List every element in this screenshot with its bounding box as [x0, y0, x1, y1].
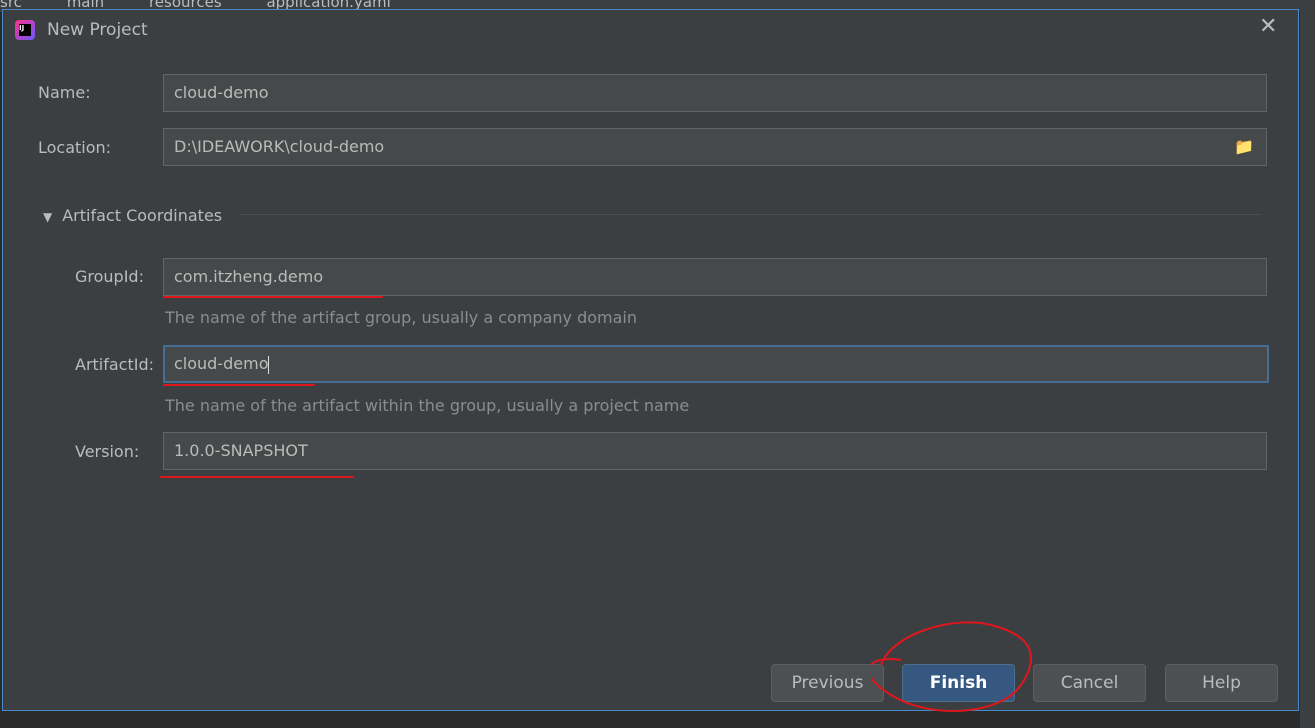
- previous-label: Previous: [791, 673, 864, 693]
- annotation-underline: [160, 476, 354, 478]
- artifactid-value: cloud-demo: [174, 354, 269, 373]
- help-button[interactable]: Help: [1165, 664, 1278, 702]
- section-title: Artifact Coordinates: [62, 206, 223, 225]
- cancel-button[interactable]: Cancel: [1033, 664, 1146, 702]
- triangle-down-icon: ▼: [43, 210, 53, 224]
- text-cursor: [268, 355, 270, 374]
- name-label: Name:: [38, 83, 91, 102]
- background-editor: [1300, 12, 1315, 728]
- annotation-circle: [871, 621, 1032, 712]
- section-divider: [241, 214, 1261, 215]
- annotation-underline: [163, 384, 315, 386]
- folder-icon[interactable]: 📁: [1234, 138, 1256, 155]
- intellij-logo-icon: IJ: [15, 20, 35, 40]
- location-label: Location:: [38, 138, 112, 157]
- version-label: Version:: [75, 442, 140, 461]
- artifactid-input[interactable]: cloud-demo: [163, 345, 1269, 383]
- name-input[interactable]: cloud-demo: [163, 74, 1267, 112]
- annotation-underline: [163, 296, 383, 298]
- location-value: D:\IDEAWORK\cloud-demo: [174, 137, 385, 156]
- groupid-input[interactable]: com.itzheng.demo: [163, 258, 1267, 296]
- version-input[interactable]: 1.0.0-SNAPSHOT: [163, 432, 1267, 470]
- artifactid-hint: The name of the artifact within the grou…: [165, 396, 690, 415]
- location-input[interactable]: D:\IDEAWORK\cloud-demo 📁: [163, 128, 1267, 166]
- groupid-hint: The name of the artifact group, usually …: [165, 308, 637, 327]
- new-project-dialog: IJ New Project ✕ Name: cloud-demo Locati…: [2, 9, 1299, 712]
- previous-button[interactable]: Previous: [771, 664, 884, 702]
- artifactid-label: ArtifactId:: [75, 355, 155, 374]
- dialog-title: New Project: [47, 20, 148, 40]
- close-icon[interactable]: ✕: [1259, 14, 1277, 39]
- artifact-coordinates-toggle[interactable]: ▼ Artifact Coordinates: [43, 206, 222, 225]
- groupid-label: GroupId:: [75, 267, 144, 286]
